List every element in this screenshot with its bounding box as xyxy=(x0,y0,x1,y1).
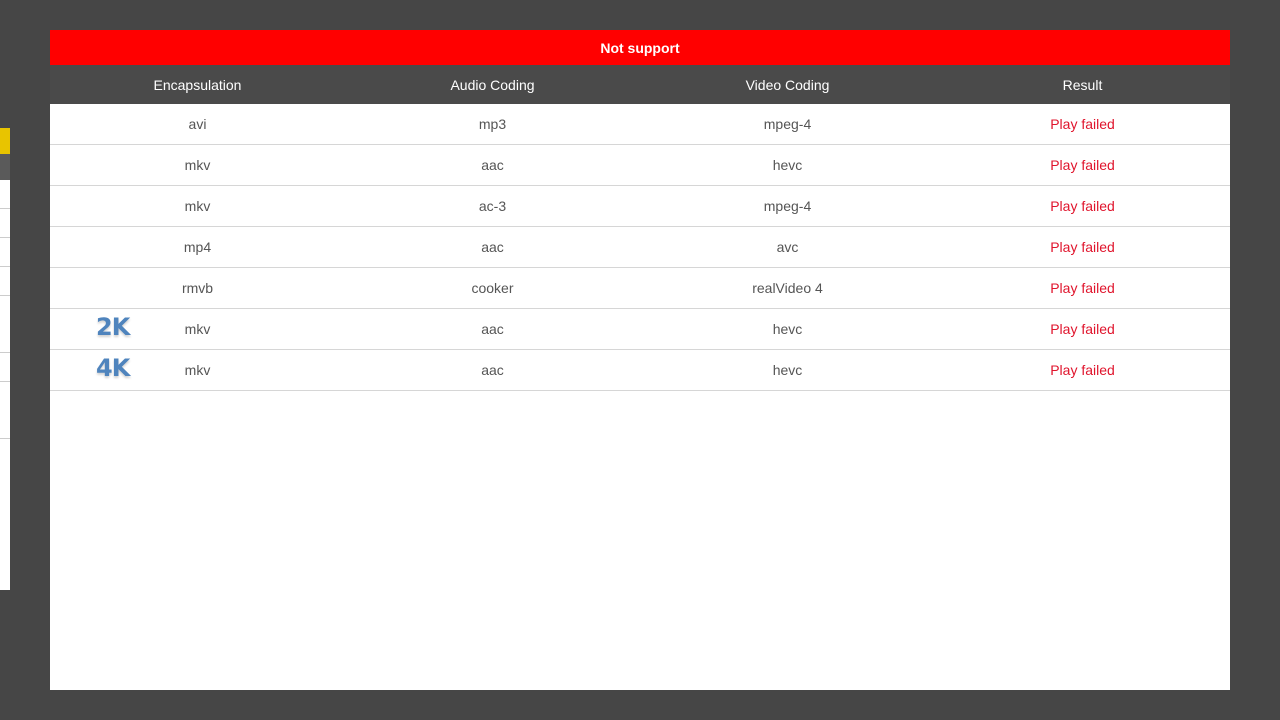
cell-audio-coding: aac xyxy=(481,362,504,378)
background-divider xyxy=(0,438,10,439)
table-row[interactable]: 2K mkv aac hevc Play failed xyxy=(50,309,1230,350)
cell-encapsulation: mkv xyxy=(184,321,211,337)
background-divider xyxy=(0,381,10,382)
cell-video-coding: mpeg-4 xyxy=(763,198,812,214)
background-accent-tab xyxy=(0,128,10,154)
cell-encapsulation: mkv xyxy=(184,362,211,378)
header-video-coding: Video Coding xyxy=(745,76,830,93)
background-panel xyxy=(0,128,10,590)
table-body: avi mp3 mpeg-4 Play failed mkv aac hevc … xyxy=(50,104,1230,391)
cell-video-coding: hevc xyxy=(772,362,803,378)
cell-encapsulation: rmvb xyxy=(181,280,214,296)
resolution-4k-badge: 4K xyxy=(96,354,130,382)
table-row[interactable]: 4K mkv aac hevc Play failed xyxy=(50,350,1230,391)
cell-encapsulation: mp4 xyxy=(183,239,212,255)
cell-audio-coding: ac-3 xyxy=(478,198,507,214)
cell-result: Play failed xyxy=(1050,321,1115,337)
dialog-title: Not support xyxy=(50,30,1230,65)
table-row[interactable]: mkv aac hevc Play failed xyxy=(50,145,1230,186)
header-encapsulation: Encapsulation xyxy=(153,76,242,93)
table-header: Encapsulation Audio Coding Video Coding … xyxy=(50,65,1230,104)
cell-audio-coding: aac xyxy=(481,239,504,255)
cell-audio-coding: mp3 xyxy=(478,116,507,132)
cell-video-coding: mpeg-4 xyxy=(763,116,812,132)
cell-result: Play failed xyxy=(1050,116,1115,132)
table-row[interactable]: mkv ac-3 mpeg-4 Play failed xyxy=(50,186,1230,227)
background-divider xyxy=(0,352,10,353)
cell-result: Play failed xyxy=(1050,239,1115,255)
table-row[interactable]: avi mp3 mpeg-4 Play failed xyxy=(50,104,1230,145)
cell-video-coding: avc xyxy=(776,239,799,255)
background-dark-tab xyxy=(0,154,10,180)
cell-video-coding: realVideo 4 xyxy=(752,280,823,296)
cell-audio-coding: aac xyxy=(481,157,504,173)
cell-encapsulation: mkv xyxy=(184,157,211,173)
cell-audio-coding: cooker xyxy=(471,280,514,296)
cell-encapsulation: avi xyxy=(188,116,207,132)
background-divider xyxy=(0,266,10,267)
cell-video-coding: hevc xyxy=(772,321,803,337)
not-support-dialog: Not support Encapsulation Audio Coding V… xyxy=(50,30,1230,690)
resolution-2k-badge: 2K xyxy=(96,313,130,341)
cell-result: Play failed xyxy=(1050,362,1115,378)
header-result: Result xyxy=(1062,76,1103,93)
cell-result: Play failed xyxy=(1050,198,1115,214)
background-divider xyxy=(0,237,10,238)
cell-result: Play failed xyxy=(1050,280,1115,296)
table-row[interactable]: mp4 aac avc Play failed xyxy=(50,227,1230,268)
cell-audio-coding: aac xyxy=(481,321,504,337)
background-divider xyxy=(0,208,10,209)
table-row[interactable]: rmvb cooker realVideo 4 Play failed xyxy=(50,268,1230,309)
cell-result: Play failed xyxy=(1050,157,1115,173)
cell-encapsulation: mkv xyxy=(184,198,211,214)
cell-video-coding: hevc xyxy=(772,157,803,173)
background-divider xyxy=(0,295,10,296)
header-audio-coding: Audio Coding xyxy=(450,76,535,93)
